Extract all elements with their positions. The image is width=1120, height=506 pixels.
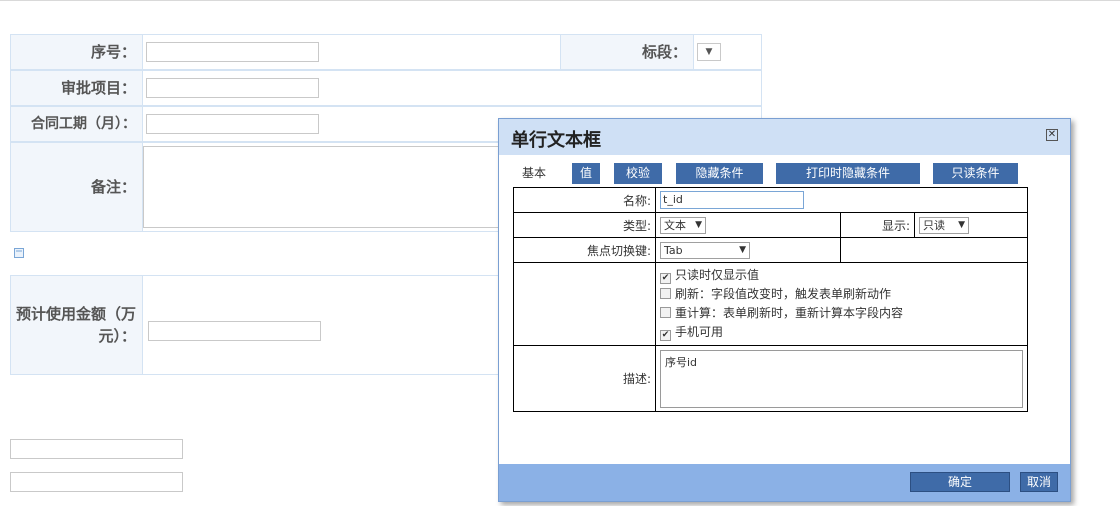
options-cell: ✔ 只读时仅显示值 刷新：字段值改变时，触发表单刷新动作 重计算：表单刷新时，重新… xyxy=(655,262,1028,346)
tab-basic[interactable]: 基本 xyxy=(511,163,557,184)
seq-label: 序号： xyxy=(11,35,143,69)
approval-label: 审批项目： xyxy=(11,71,143,105)
chevron-down-icon: ▼ xyxy=(739,244,746,255)
display-label: 显示: xyxy=(840,212,915,238)
type-select[interactable]: 文本 ▼ xyxy=(660,216,706,234)
option-mobile-available[interactable]: ✔ 手机可用 xyxy=(660,323,1023,342)
chevron-down-icon: ▼ xyxy=(695,219,702,230)
desc-textarea[interactable]: 序号id xyxy=(660,349,1023,408)
dialog-titlebar[interactable]: 单行文本框 ✕ xyxy=(499,119,1070,155)
focus-key-label: 焦点切换键: xyxy=(513,237,656,263)
type-cell: 文本 ▼ xyxy=(655,212,841,238)
text-field-dialog: 单行文本框 ✕ 基本 值 校验 隐藏条件 打印时隐藏条件 只读条件 名称: t_… xyxy=(498,118,1071,502)
form-row-amount: 预计使用金额（万 元）： xyxy=(10,275,510,375)
focus-key-cell: Tab ▼ xyxy=(655,237,841,263)
name-input[interactable]: t_id xyxy=(660,191,804,209)
period-label: 合同工期（月）： xyxy=(11,107,143,141)
cancel-button[interactable]: 取消 xyxy=(1020,472,1058,492)
remark-label: 备注： xyxy=(11,143,143,231)
option-label: 重计算：表单刷新时，重新计算本字段内容 xyxy=(675,306,904,320)
check-icon[interactable]: ✔ xyxy=(660,273,671,284)
display-select-value: 只读 xyxy=(923,218,945,232)
tab-readonly-condition[interactable]: 只读条件 xyxy=(933,163,1018,184)
tab-validate[interactable]: 校验 xyxy=(614,163,662,184)
checkbox-empty[interactable] xyxy=(660,307,671,318)
section-select[interactable]: ▼ xyxy=(697,43,721,61)
section-label: 标段： xyxy=(561,35,694,69)
top-border xyxy=(0,0,1120,1)
type-select-value: 文本 xyxy=(664,218,686,232)
focus-key-select[interactable]: Tab ▼ xyxy=(660,241,750,259)
desc-label: 描述: xyxy=(513,345,656,412)
dialog-footer: 确定 取消 xyxy=(499,464,1070,501)
document-icon[interactable] xyxy=(14,247,24,258)
option-readonly-value-only[interactable]: ✔ 只读时仅显示值 xyxy=(660,266,1023,285)
form-row-seq: 序号： 标段： ▼ xyxy=(10,34,762,70)
ok-button[interactable]: 确定 xyxy=(910,472,1010,492)
close-icon[interactable]: ✕ xyxy=(1046,129,1058,141)
amount-label: 预计使用金额（万 元）： xyxy=(11,276,143,374)
dialog-title: 单行文本框 xyxy=(511,130,601,151)
extra-input-1[interactable] xyxy=(10,439,183,459)
option-recalculate[interactable]: 重计算：表单刷新时，重新计算本字段内容 xyxy=(660,304,1023,323)
display-cell: 只读 ▼ xyxy=(914,212,1028,238)
display-select[interactable]: 只读 ▼ xyxy=(919,216,969,234)
check-icon[interactable]: ✔ xyxy=(660,330,671,341)
chevron-down-icon: ▼ xyxy=(958,219,965,230)
form-row-approval: 审批项目： xyxy=(10,70,762,106)
checkbox-empty[interactable] xyxy=(660,288,671,299)
tab-value[interactable]: 值 xyxy=(572,163,600,184)
extra-input-2[interactable] xyxy=(10,472,183,492)
desc-cell: 序号id xyxy=(655,345,1028,412)
option-label: 手机可用 xyxy=(675,325,724,339)
option-label: 只读时仅显示值 xyxy=(675,268,760,282)
period-input[interactable] xyxy=(146,114,319,134)
focus-key-blank xyxy=(840,237,1028,263)
focus-key-select-value: Tab xyxy=(664,243,683,257)
tab-hide-condition[interactable]: 隐藏条件 xyxy=(676,163,763,184)
amount-input[interactable] xyxy=(148,321,321,341)
approval-input[interactable] xyxy=(146,78,319,98)
properties-table: 名称: t_id 类型: 文本 ▼ 显示: 只读 ▼ 焦点切换键: Tab ▼ … xyxy=(513,187,1028,412)
amount-label-line2: 元）： xyxy=(98,327,136,345)
option-label: 刷新：字段值改变时，触发表单刷新动作 xyxy=(675,287,892,301)
options-label-cell xyxy=(513,262,656,346)
name-label: 名称: xyxy=(513,187,656,213)
amount-label-line1: 预计使用金额（万 xyxy=(15,305,136,323)
remark-textarea[interactable] xyxy=(143,146,503,228)
option-refresh-on-change[interactable]: 刷新：字段值改变时，触发表单刷新动作 xyxy=(660,285,1023,304)
seq-input[interactable] xyxy=(146,42,319,62)
tab-print-hide-condition[interactable]: 打印时隐藏条件 xyxy=(776,163,920,184)
type-label: 类型: xyxy=(513,212,656,238)
name-cell: t_id xyxy=(655,187,1028,213)
